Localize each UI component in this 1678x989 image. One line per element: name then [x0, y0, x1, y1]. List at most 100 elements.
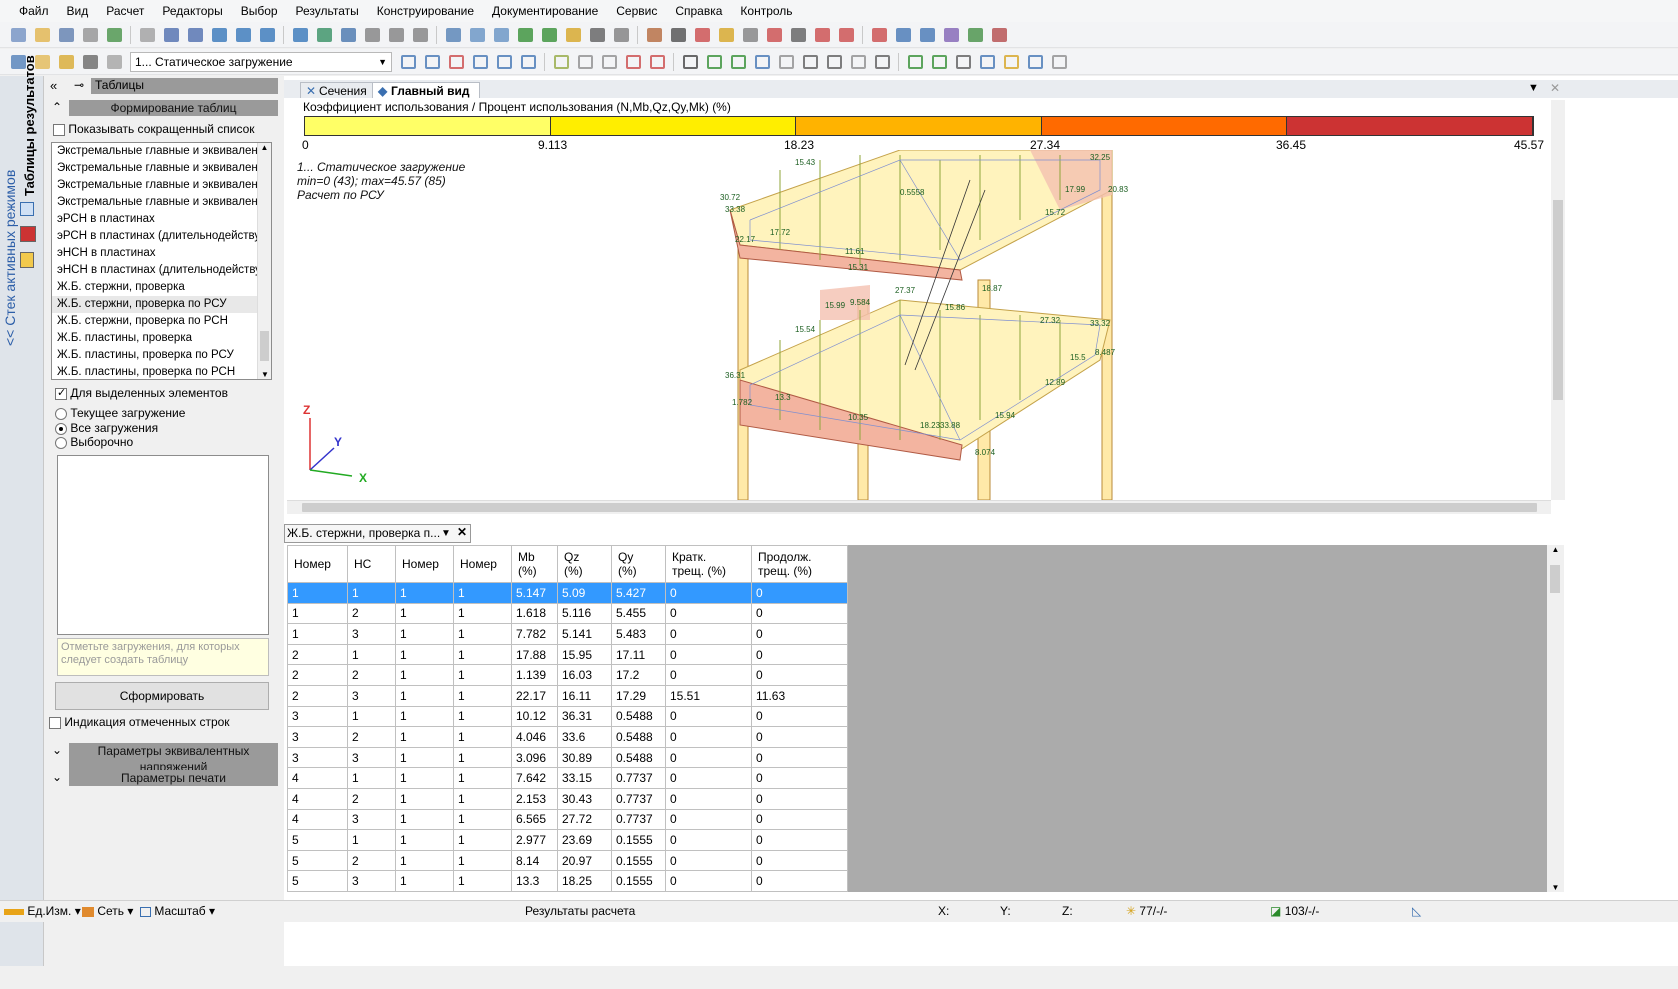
table-cell[interactable]: 1 [453, 849, 512, 872]
table-cell[interactable]: 0.1555 [611, 849, 666, 872]
column-header[interactable]: Mb (%) [511, 545, 558, 583]
radio-selective-row[interactable]: Выборочно [55, 435, 133, 449]
toolbar-tool-icon[interactable] [668, 25, 688, 45]
toolbar-tool-icon[interactable] [647, 52, 667, 72]
report-icon[interactable] [20, 226, 36, 242]
units-menu[interactable]: Ед.Изм. ▾ [4, 904, 81, 918]
for-selected-row[interactable]: ✓ Для выделенных элементов [55, 386, 228, 400]
toolbar-tool-icon[interactable] [80, 25, 100, 45]
grid-vscrollbar[interactable]: ▲ ▼ [1547, 545, 1564, 892]
toolbar-tool-icon[interactable] [989, 25, 1009, 45]
table-cell[interactable]: 1 [453, 787, 512, 810]
table-cell[interactable]: 30.89 [557, 746, 612, 769]
toolbar-tool-icon[interactable] [575, 52, 595, 72]
table-cell[interactable]: 0.7737 [611, 787, 666, 810]
column-header[interactable]: Кратк. трещ. (%) [665, 545, 752, 583]
table-cell[interactable]: 0 [751, 829, 848, 851]
table-cell[interactable]: 1 [347, 767, 396, 789]
table-cell[interactable]: 0 [665, 870, 752, 892]
column-header[interactable]: Номер [287, 545, 348, 583]
toolbar-tool-icon[interactable] [1025, 52, 1045, 72]
table-cell[interactable]: 0 [751, 849, 848, 872]
table-cell[interactable]: 0 [665, 643, 752, 666]
table-cell[interactable]: 1 [453, 726, 512, 748]
table-cell[interactable]: 0 [751, 726, 848, 748]
results-tables-tab[interactable]: Таблицы результатов [22, 55, 37, 196]
radio-current[interactable] [55, 407, 67, 420]
table-cell[interactable]: 1 [453, 684, 512, 707]
list-item[interactable]: Ж.Б. пластины, проверка по РСУ [52, 347, 257, 364]
table-row[interactable]: 5 2 1 1 8.14 20.97 0.1555 0 0 [287, 849, 848, 872]
toolbar-tool-icon[interactable] [410, 25, 430, 45]
table-cell[interactable]: 3 [347, 684, 396, 707]
table-cell[interactable]: 0 [665, 602, 752, 625]
table-cell[interactable]: 1 [347, 643, 396, 666]
form-table-button[interactable]: Сформировать [55, 682, 269, 710]
toolbar-tool-icon[interactable] [386, 25, 406, 45]
table-cell[interactable]: 0.5488 [611, 746, 666, 769]
table-cell[interactable]: 3 [347, 870, 396, 892]
table-cell[interactable]: 4 [287, 767, 348, 789]
table-row[interactable]: 1 3 1 1 7.782 5.141 5.483 0 0 [287, 623, 848, 645]
table-cell[interactable]: 5 [287, 870, 348, 892]
table-cell[interactable]: 1 [395, 870, 454, 892]
table-cell[interactable]: 0 [751, 623, 848, 645]
table-cell[interactable]: 17.29 [611, 684, 666, 707]
table-cell[interactable]: 4.046 [511, 726, 558, 748]
table-cell[interactable]: 33.15 [557, 767, 612, 789]
menu-item[interactable]: Редакторы [153, 0, 231, 22]
toolbar-tool-icon[interactable] [623, 52, 643, 72]
expand-equiv-icon[interactable]: ⌄ [52, 743, 62, 757]
toolbar-tool-icon[interactable] [1049, 52, 1069, 72]
toolbar-tool-icon[interactable] [314, 25, 334, 45]
table-cell[interactable]: 17.11 [611, 643, 666, 666]
table-cell[interactable]: 36.31 [557, 705, 612, 728]
indicate-rows-checkbox[interactable] [49, 716, 61, 729]
table-cell[interactable]: 0.1555 [611, 829, 666, 851]
toolbar-tool-icon[interactable] [398, 52, 418, 72]
table-cell[interactable]: 1 [453, 705, 512, 728]
table-cell[interactable]: 17.88 [511, 643, 558, 666]
table-cell[interactable]: 30.43 [557, 787, 612, 810]
menu-item[interactable]: Документирование [483, 0, 607, 22]
grid-tab-close-icon[interactable]: ✕ [457, 524, 467, 541]
table-cell[interactable]: 1 [453, 746, 512, 769]
list-item[interactable]: Ж.Б. пластины, проверка [52, 330, 257, 347]
table-cell[interactable]: 7.782 [511, 623, 558, 645]
load-case-select[interactable]: 1... Статическое загружение ▼ [130, 51, 392, 72]
table-cell[interactable]: 1 [453, 582, 512, 604]
table-cell[interactable]: 1 [287, 602, 348, 625]
table-cell[interactable]: 0 [751, 664, 848, 686]
toolbar-tool-icon[interactable] [692, 25, 712, 45]
table-cell[interactable]: 5.09 [557, 582, 612, 604]
table-cell[interactable]: 5.427 [611, 582, 666, 604]
table-cell[interactable]: 0.7737 [611, 808, 666, 831]
stack-label[interactable]: << Стек активных режимов [2, 96, 18, 346]
toolbar-tool-icon[interactable] [680, 52, 700, 72]
table-cell[interactable]: 17.2 [611, 664, 666, 686]
toolbar-tool-icon[interactable] [443, 25, 463, 45]
table-cell[interactable]: 2.977 [511, 829, 558, 851]
table-cell[interactable]: 1.618 [511, 602, 558, 625]
table-row[interactable]: 5 3 1 1 13.3 18.25 0.1555 0 0 [287, 870, 848, 892]
toolbar-tool-icon[interactable] [788, 25, 808, 45]
menu-item[interactable]: Расчет [97, 0, 153, 22]
scale-menu[interactable]: Масштаб ▾ [140, 904, 215, 918]
table-icon[interactable] [20, 202, 34, 216]
collapse-chevron-icon[interactable]: ⌃ [52, 100, 62, 114]
table-cell[interactable]: 22.17 [511, 684, 558, 707]
toolbar-tool-icon[interactable] [893, 25, 913, 45]
table-cell[interactable]: 5.147 [511, 582, 558, 604]
table-cell[interactable]: 5.116 [557, 602, 612, 625]
column-header[interactable]: Qz (%) [557, 545, 612, 583]
toolbar-tool-icon[interactable] [551, 52, 571, 72]
menu-item[interactable]: Файл [10, 0, 58, 22]
table-cell[interactable]: 5 [287, 849, 348, 872]
list-scrollbar[interactable]: ▲ ▼ [257, 143, 271, 379]
list-item[interactable]: Экстремальные главные и эквивалент... [52, 177, 257, 194]
table-cell[interactable]: 3 [347, 623, 396, 645]
toolbar-tool-icon[interactable] [812, 25, 832, 45]
table-row[interactable]: 3 1 1 1 10.12 36.31 0.5488 0 0 [287, 705, 848, 728]
toolbar-tool-icon[interactable] [848, 52, 868, 72]
table-cell[interactable]: 1 [395, 582, 454, 604]
